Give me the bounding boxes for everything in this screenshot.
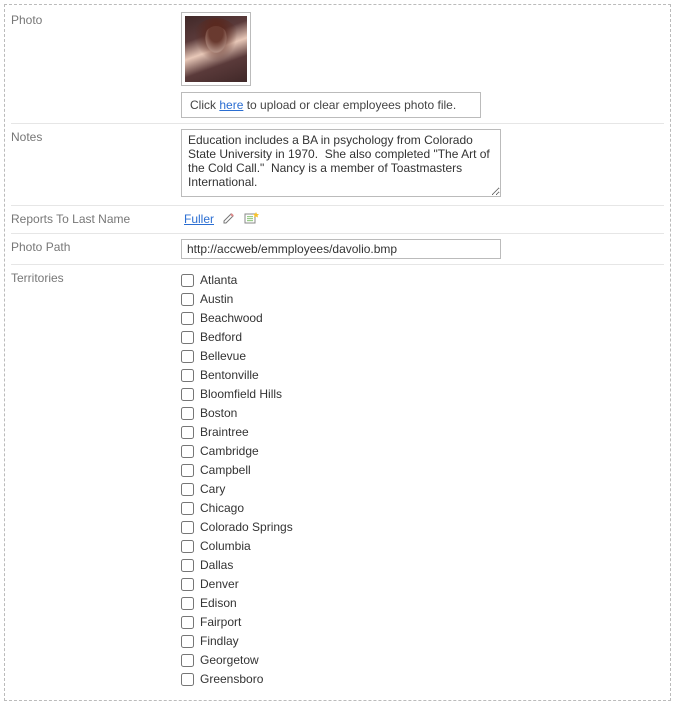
row-photo: Photo Click here to upload or clear empl…: [11, 7, 664, 123]
territory-item: Greensboro: [181, 670, 664, 688]
upload-link[interactable]: here: [219, 98, 243, 112]
territory-label: Beachwood: [200, 309, 263, 327]
territory-checkbox[interactable]: [181, 426, 194, 439]
value-photo: Click here to upload or clear employees …: [181, 10, 664, 120]
value-notes: [181, 127, 664, 202]
row-territories: Territories AtlantaAustinBeachwoodBedfor…: [11, 264, 664, 694]
territory-label: Findlay: [200, 632, 239, 650]
territory-item: Beachwood: [181, 309, 664, 327]
row-photo-path: Photo Path: [11, 233, 664, 264]
photo-path-input[interactable]: [181, 239, 501, 259]
territory-item: Columbia: [181, 537, 664, 555]
row-reports-to: Reports To Last Name Fuller: [11, 205, 664, 233]
territory-checkbox[interactable]: [181, 673, 194, 686]
territory-item: Braintree: [181, 423, 664, 441]
territory-item: Cary: [181, 480, 664, 498]
territory-checkbox[interactable]: [181, 388, 194, 401]
territory-item: Denver: [181, 575, 664, 593]
territory-checkbox[interactable]: [181, 331, 194, 344]
territory-checkbox[interactable]: [181, 293, 194, 306]
value-photo-path: [181, 237, 664, 261]
photo-frame: [181, 12, 251, 86]
territory-item: Bentonville: [181, 366, 664, 384]
territory-label: Bedford: [200, 328, 242, 346]
territory-checkbox[interactable]: [181, 407, 194, 420]
territory-checkbox[interactable]: [181, 274, 194, 287]
territory-label: Colorado Springs: [200, 518, 293, 536]
territory-checkbox[interactable]: [181, 312, 194, 325]
territory-checkbox[interactable]: [181, 635, 194, 648]
territory-item: Boston: [181, 404, 664, 422]
territory-checkbox[interactable]: [181, 654, 194, 667]
territory-checkbox[interactable]: [181, 521, 194, 534]
territory-label: Cary: [200, 480, 225, 498]
row-notes: Notes: [11, 123, 664, 205]
territory-label: Dallas: [200, 556, 233, 574]
new-record-icon[interactable]: [244, 211, 260, 228]
territory-item: Edison: [181, 594, 664, 612]
territory-label: Chicago: [200, 499, 244, 517]
territories-list: AtlantaAustinBeachwoodBedfordBellevueBen…: [181, 268, 664, 691]
territory-label: Austin: [200, 290, 233, 308]
territory-item: Chicago: [181, 499, 664, 517]
territory-checkbox[interactable]: [181, 350, 194, 363]
territory-item: Findlay: [181, 632, 664, 650]
territory-label: Atlanta: [200, 271, 237, 289]
territory-checkbox[interactable]: [181, 540, 194, 553]
territory-item: Dallas: [181, 556, 664, 574]
territory-label: Columbia: [200, 537, 251, 555]
value-reports-to: Fuller: [181, 209, 664, 230]
territory-item: Bellevue: [181, 347, 664, 365]
employee-form: Photo Click here to upload or clear empl…: [4, 4, 671, 701]
territory-item: Colorado Springs: [181, 518, 664, 536]
territory-label: Braintree: [200, 423, 249, 441]
pencil-icon[interactable]: [222, 211, 236, 228]
territory-item: Bedford: [181, 328, 664, 346]
territory-label: Bentonville: [200, 366, 259, 384]
territory-label: Denver: [200, 575, 239, 593]
territory-checkbox[interactable]: [181, 445, 194, 458]
territory-checkbox[interactable]: [181, 369, 194, 382]
territory-item: Austin: [181, 290, 664, 308]
territory-item: Bloomfield Hills: [181, 385, 664, 403]
territory-checkbox[interactable]: [181, 464, 194, 477]
upload-suffix: to upload or clear employees photo file.: [243, 98, 456, 112]
territory-label: Campbell: [200, 461, 251, 479]
territory-label: Fairport: [200, 613, 241, 631]
upload-prefix: Click: [190, 98, 219, 112]
label-photo-path: Photo Path: [11, 237, 181, 257]
territory-checkbox[interactable]: [181, 483, 194, 496]
territory-label: Bloomfield Hills: [200, 385, 282, 403]
territory-checkbox[interactable]: [181, 559, 194, 572]
label-notes: Notes: [11, 127, 181, 147]
territory-item: Atlanta: [181, 271, 664, 289]
territory-label: Cambridge: [200, 442, 259, 460]
territory-checkbox[interactable]: [181, 502, 194, 515]
label-territories: Territories: [11, 268, 181, 288]
territory-label: Boston: [200, 404, 237, 422]
territory-item: Fairport: [181, 613, 664, 631]
territory-label: Georgetow: [200, 651, 259, 669]
territory-checkbox[interactable]: [181, 578, 194, 591]
territory-checkbox[interactable]: [181, 597, 194, 610]
label-reports-to: Reports To Last Name: [11, 209, 181, 229]
territory-item: Cambridge: [181, 442, 664, 460]
territory-item: Georgetow: [181, 651, 664, 669]
photo-upload-help: Click here to upload or clear employees …: [181, 92, 481, 118]
territory-label: Edison: [200, 594, 237, 612]
reports-to-link[interactable]: Fuller: [181, 210, 217, 228]
territory-checkbox[interactable]: [181, 616, 194, 629]
territory-label: Greensboro: [200, 670, 263, 688]
label-photo: Photo: [11, 10, 181, 30]
notes-input[interactable]: [181, 129, 501, 197]
territory-label: Bellevue: [200, 347, 246, 365]
employee-photo[interactable]: [185, 16, 247, 82]
territory-item: Campbell: [181, 461, 664, 479]
